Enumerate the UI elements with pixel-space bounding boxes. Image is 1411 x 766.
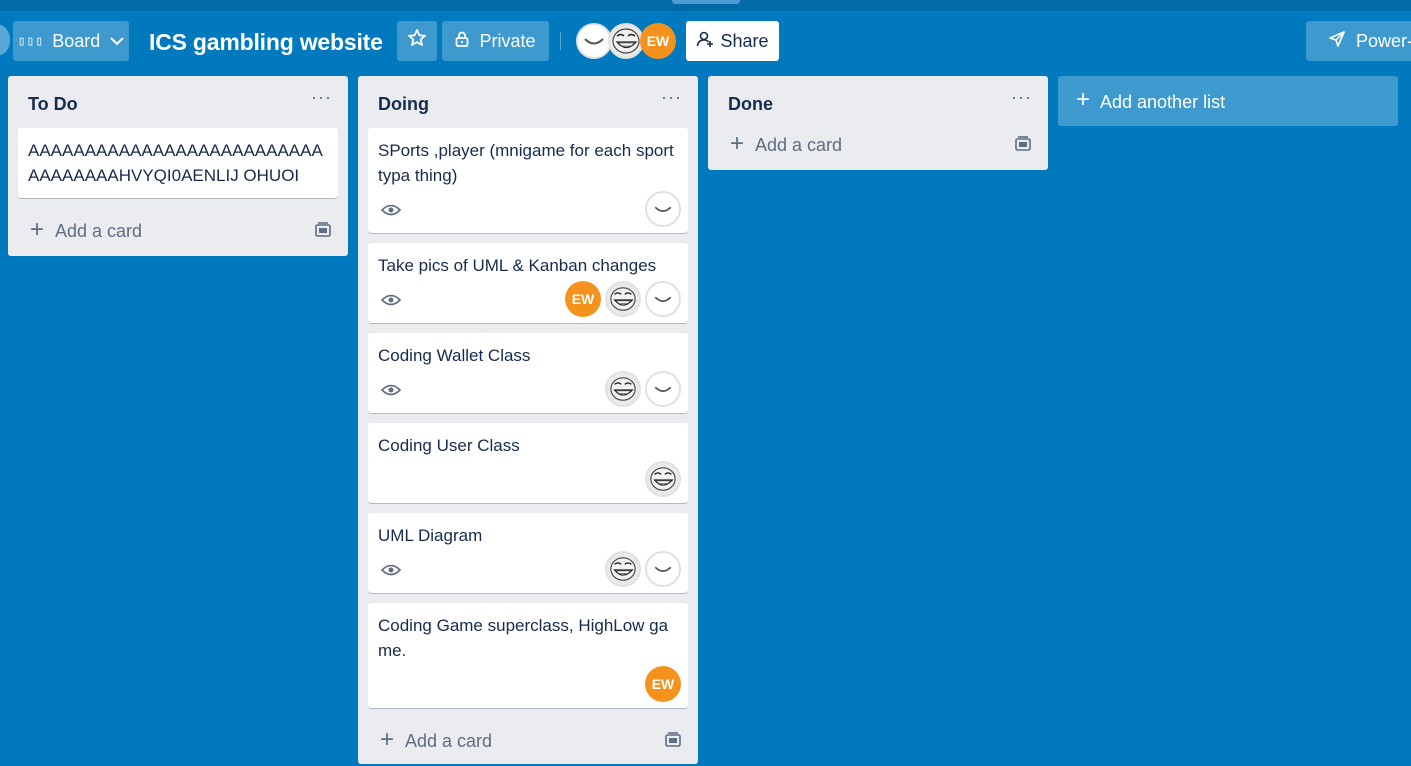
- card-members: [645, 191, 681, 227]
- board-title[interactable]: ICS gambling website: [149, 29, 383, 56]
- eye-icon: [381, 564, 401, 576]
- chevron-down-icon: [110, 33, 124, 49]
- member-avatar-troll[interactable]: [608, 23, 644, 59]
- list-title[interactable]: Doing: [378, 94, 429, 115]
- visibility-button[interactable]: Private: [442, 21, 549, 61]
- member-initials: EW: [646, 33, 670, 49]
- card-members: [605, 371, 681, 407]
- list-to-do: To Do ··· AAAAAAAAAAAAAAAAAAAAAAAAAAAAAA…: [8, 76, 348, 256]
- member-avatar-smile[interactable]: [576, 23, 612, 59]
- list-header: To Do ···: [8, 76, 348, 128]
- add-card-label: Add a card: [55, 221, 143, 241]
- member-initials: EW: [651, 675, 675, 692]
- troll-face-icon: [610, 557, 636, 581]
- add-list-label: Add another list: [1100, 92, 1226, 112]
- board-header: ▯▯▯ Board ICS gambling website Private E…: [0, 11, 1411, 71]
- list-header: Doing ···: [358, 76, 698, 128]
- card-title: Coding Wallet Class: [378, 346, 531, 365]
- card[interactable]: Coding Wallet Class: [368, 333, 688, 413]
- card-members: [645, 461, 681, 497]
- member-avatar-ew[interactable]: EW: [640, 23, 676, 59]
- star-icon: [407, 28, 427, 54]
- card-template-icon[interactable]: [1014, 135, 1032, 153]
- add-card-label: Add a card: [405, 731, 493, 751]
- list-menu-button[interactable]: ···: [661, 87, 682, 108]
- top-strip-handle: [672, 0, 740, 4]
- member-avatar-smile[interactable]: [645, 551, 681, 587]
- member-avatar-troll[interactable]: [605, 371, 641, 407]
- add-person-icon: [696, 30, 714, 53]
- card-title: Coding Game superclass, HighLow game.: [378, 616, 669, 660]
- list-menu-button[interactable]: ···: [311, 87, 332, 108]
- card-title: Take pics of UML & Kanban changes: [378, 256, 657, 275]
- board-view-switcher-button[interactable]: ▯▯▯ Board: [13, 21, 129, 61]
- card-members: EW: [565, 281, 681, 317]
- card-members: EW: [645, 666, 681, 702]
- card-members: [605, 551, 681, 587]
- smile-icon: [584, 38, 604, 45]
- card-title: UML Diagram: [378, 526, 483, 545]
- card[interactable]: Coding User Class: [368, 423, 688, 503]
- member-avatar-smile[interactable]: [645, 191, 681, 227]
- rocket-icon: [1328, 30, 1346, 53]
- member-avatar-ew[interactable]: EW: [565, 281, 601, 317]
- add-card-label: Add a card: [755, 135, 843, 155]
- top-strip: [0, 0, 1411, 11]
- power-ups-button[interactable]: Power-: [1306, 21, 1411, 61]
- card[interactable]: Take pics of UML & Kanban changes EW: [368, 243, 688, 323]
- card[interactable]: SPorts ,player (mnigame for each sport t…: [368, 128, 688, 233]
- list-title[interactable]: Done: [728, 94, 773, 115]
- share-label: Share: [720, 30, 769, 51]
- plus-icon: +: [730, 130, 745, 157]
- power-ups-label: Power-: [1356, 30, 1411, 51]
- card-title: AAAAAAAAAAAAAAAAAAAAAAAAAAAAAAAAAAHVYQI0…: [28, 141, 323, 185]
- plus-icon: +: [380, 726, 395, 753]
- card[interactable]: Coding Game superclass, HighLow game. EW: [368, 603, 688, 708]
- card-title: SPorts ,player (mnigame for each sport t…: [378, 141, 674, 185]
- member-avatar-smile[interactable]: [645, 371, 681, 407]
- list-header: Done ···: [708, 76, 1048, 128]
- sidebar-toggle[interactable]: [0, 25, 10, 55]
- troll-face-icon: [650, 467, 676, 491]
- smile-icon: [654, 566, 672, 572]
- add-list-button[interactable]: + Add another list: [1058, 76, 1398, 126]
- card-template-icon[interactable]: [664, 731, 682, 749]
- board-button-label: Board: [52, 30, 101, 51]
- card[interactable]: AAAAAAAAAAAAAAAAAAAAAAAAAAAAAAAAAAHVYQI0…: [18, 128, 338, 198]
- share-button[interactable]: Share: [686, 21, 779, 61]
- add-card-button[interactable]: + Add a card: [368, 718, 688, 766]
- list-done: Done ··· + Add a card: [708, 76, 1048, 170]
- member-avatar-ew[interactable]: EW: [645, 666, 681, 702]
- eye-icon: [381, 294, 401, 306]
- plus-icon: +: [30, 216, 45, 243]
- star-button[interactable]: [397, 21, 437, 61]
- troll-face-icon: [610, 377, 636, 401]
- member-avatar-troll[interactable]: [605, 551, 641, 587]
- eye-icon: [381, 384, 401, 396]
- member-avatar-troll[interactable]: [645, 461, 681, 497]
- plus-icon: +: [1076, 86, 1091, 113]
- lock-icon: [455, 31, 469, 51]
- header-divider: [560, 32, 561, 50]
- card-template-icon[interactable]: [314, 221, 332, 239]
- visibility-label: Private: [479, 30, 536, 51]
- smile-icon: [654, 206, 672, 212]
- card-title: Coding User Class: [378, 436, 520, 455]
- troll-face-icon: [610, 287, 636, 311]
- list-menu-button[interactable]: ···: [1011, 87, 1032, 108]
- member-avatar-smile[interactable]: [645, 281, 681, 317]
- card[interactable]: UML Diagram: [368, 513, 688, 593]
- eye-icon: [381, 204, 401, 216]
- smile-icon: [654, 296, 672, 302]
- board-icon: ▯▯▯: [17, 33, 45, 49]
- member-avatar-troll[interactable]: [605, 281, 641, 317]
- troll-face-icon: [612, 28, 640, 54]
- smile-icon: [654, 386, 672, 392]
- list-title[interactable]: To Do: [28, 94, 78, 115]
- add-card-button[interactable]: + Add a card: [718, 122, 1038, 170]
- list-doing: Doing ··· SPorts ,player (mnigame for ea…: [358, 76, 698, 764]
- add-card-button[interactable]: + Add a card: [18, 208, 338, 256]
- member-initials: EW: [571, 290, 595, 307]
